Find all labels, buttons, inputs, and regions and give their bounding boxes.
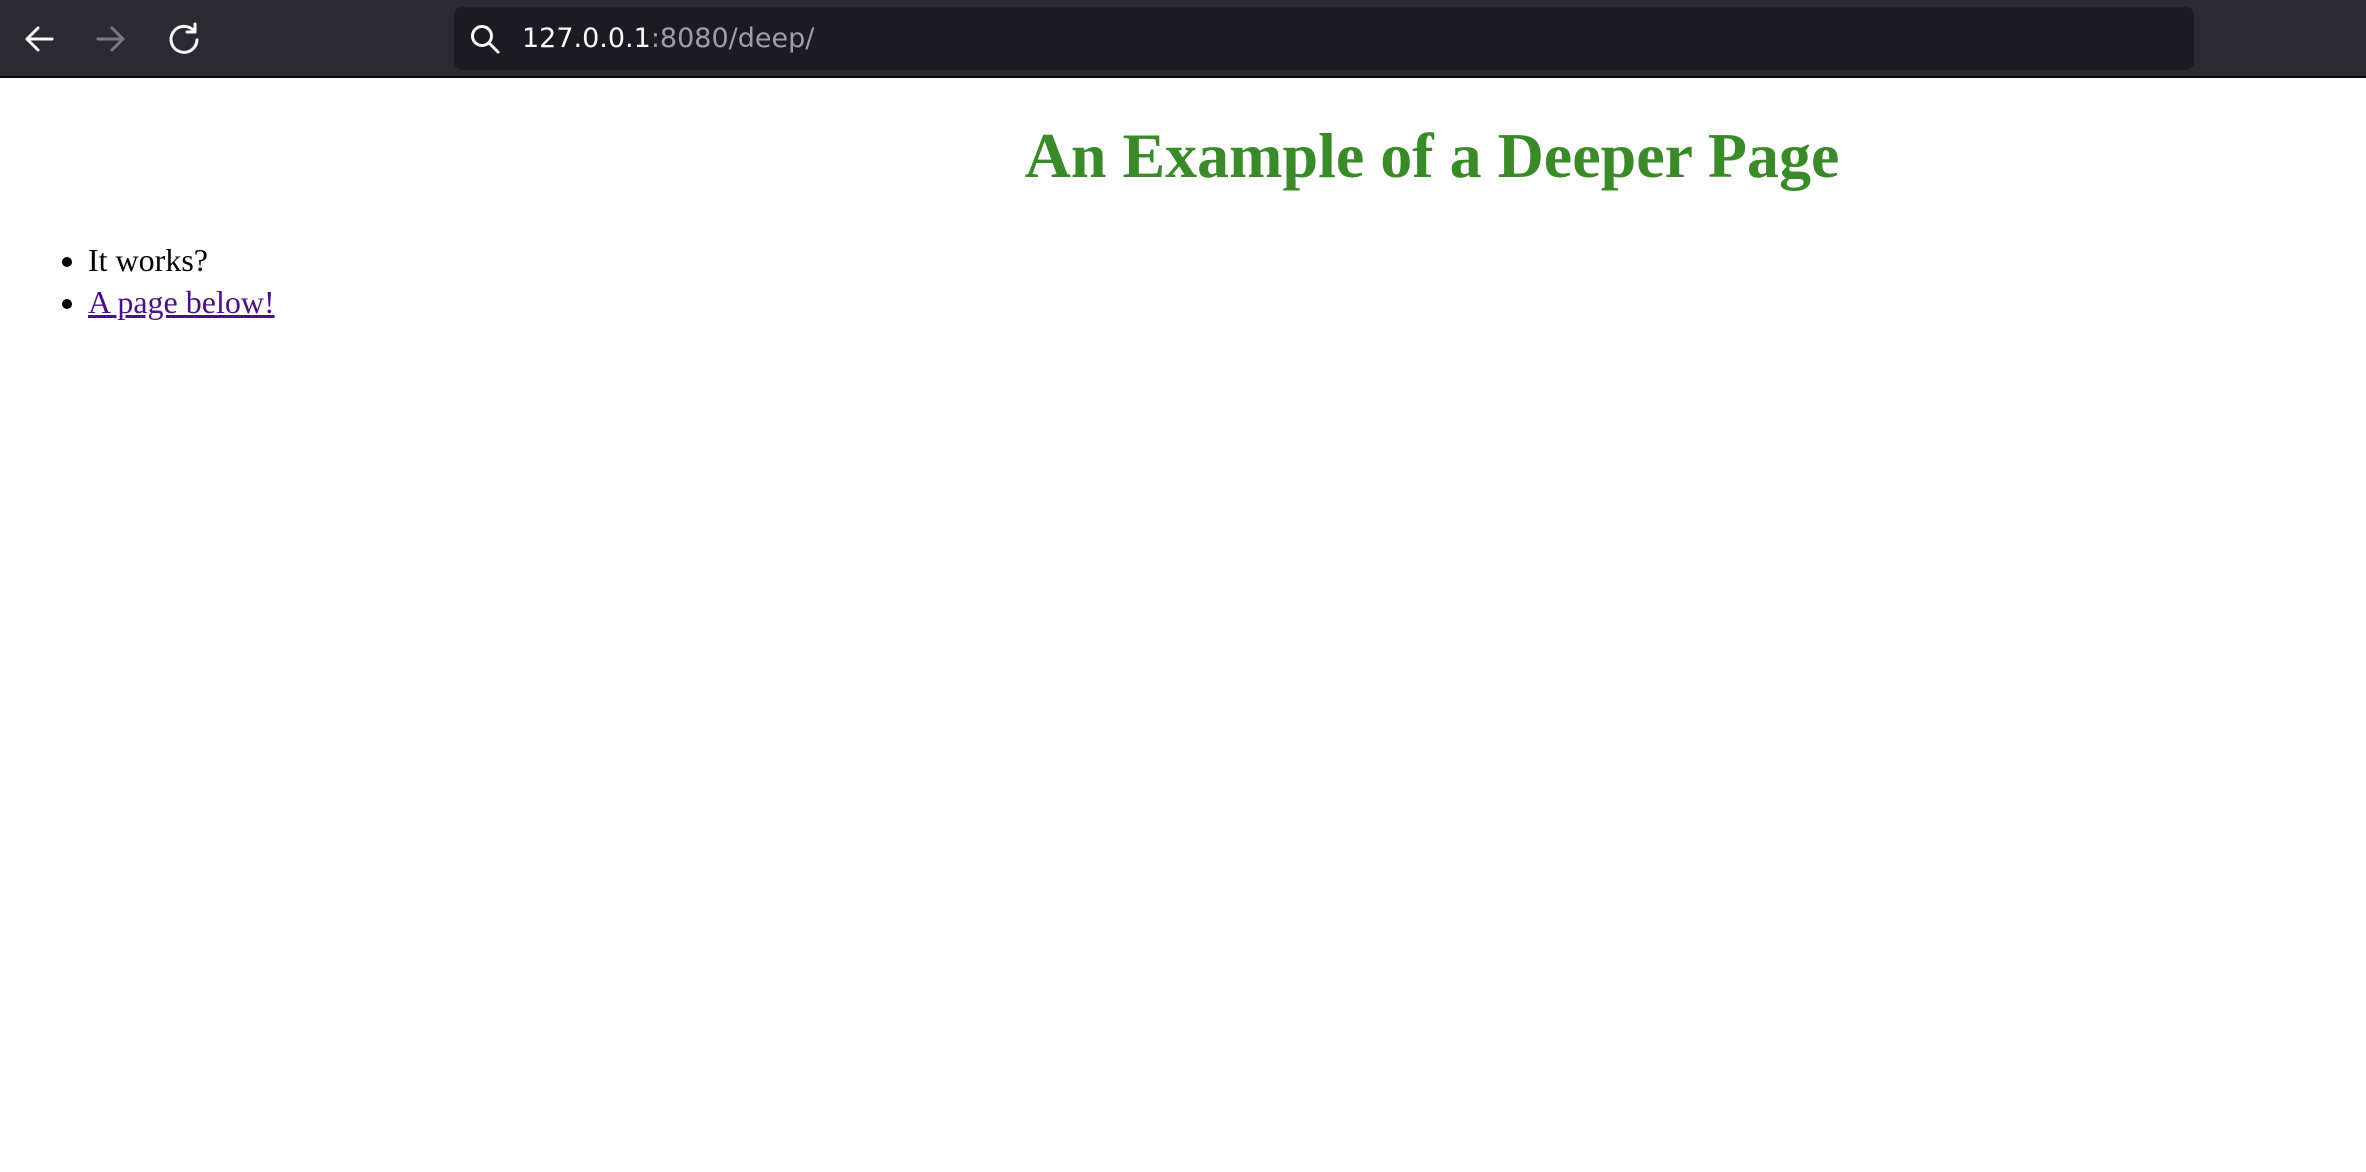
list-item: It works? [88, 239, 275, 281]
arrow-left-icon [25, 26, 54, 52]
back-button[interactable] [15, 15, 63, 63]
url-host: 127.0.0.1 [522, 23, 651, 54]
page-below-link[interactable]: A page below! [88, 284, 275, 320]
reload-icon [169, 22, 199, 54]
item-list: It works? A page below! [0, 239, 275, 323]
page-content: An Example of a Deeper Page It works? A … [0, 78, 2366, 1172]
url-path: :8080/deep/ [650, 23, 815, 54]
list-item-text: It works? [88, 242, 208, 278]
reload-button[interactable] [160, 15, 208, 63]
arrow-right-icon [96, 26, 125, 52]
search-icon [471, 25, 500, 54]
url-bar[interactable]: 127.0.0.1:8080/deep/ [454, 7, 2194, 70]
url-text[interactable]: 127.0.0.1:8080/deep/ [522, 7, 814, 70]
browser-toolbar: 127.0.0.1:8080/deep/ [0, 0, 2366, 78]
list-item: A page below! [88, 281, 275, 323]
page-title: An Example of a Deeper Page [1024, 120, 1840, 191]
forward-button[interactable] [87, 15, 135, 63]
